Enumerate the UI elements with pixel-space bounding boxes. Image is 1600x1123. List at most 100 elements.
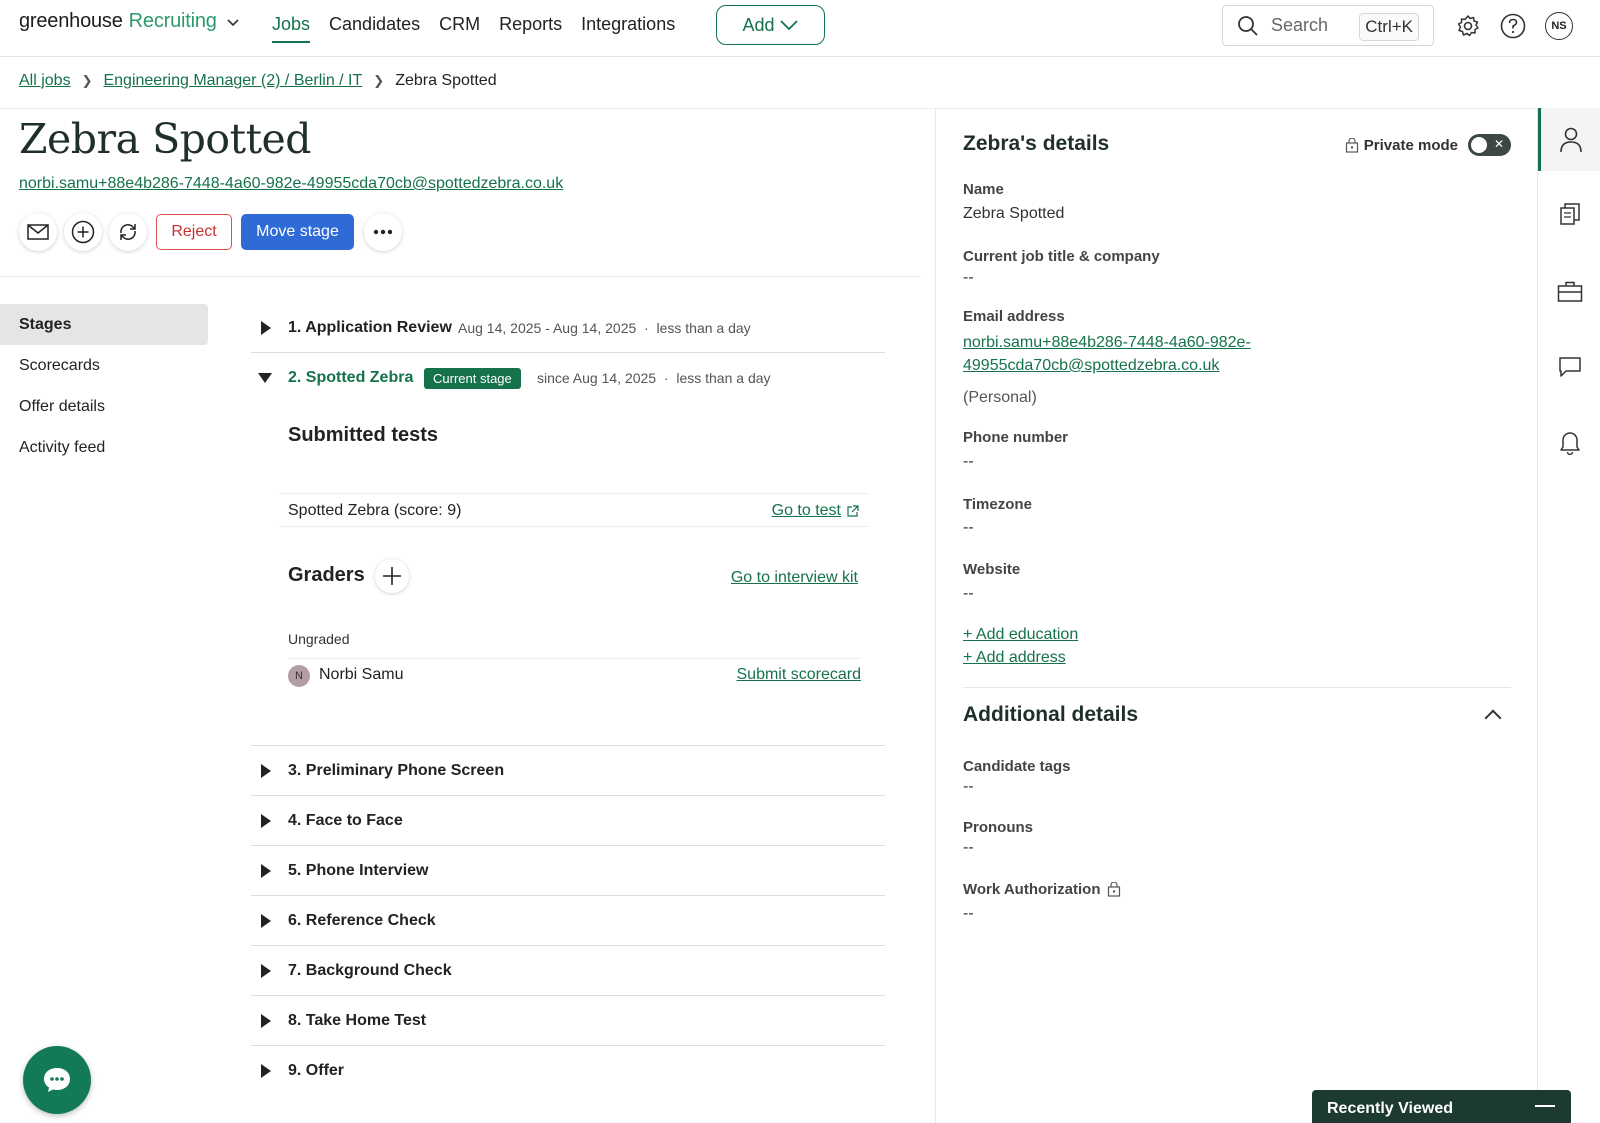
test-name: Spotted Zebra (score: 9) bbox=[288, 502, 462, 519]
search-input[interactable]: Search Ctrl+K bbox=[1222, 5, 1434, 46]
stage-row-take-home-test[interactable]: 8. Take Home Test bbox=[251, 996, 885, 1046]
breadcrumb-job[interactable]: Engineering Manager (2) / Berlin / IT bbox=[103, 72, 362, 90]
main-nav: Jobs Candidates CRM Reports Integrations bbox=[272, 14, 694, 43]
transfer-button[interactable] bbox=[109, 213, 147, 251]
toggle-knob bbox=[1471, 137, 1487, 153]
add-address-link[interactable]: + Add address bbox=[963, 649, 1066, 667]
stage-row-phone-interview[interactable]: 5. Phone Interview bbox=[251, 846, 885, 896]
rail-notifications[interactable] bbox=[1538, 410, 1600, 473]
grader-row: N Norbi Samu Submit scorecard bbox=[288, 658, 861, 694]
chevron-right-icon: ❯ bbox=[373, 73, 385, 88]
stage-duration: less than a day bbox=[656, 319, 751, 336]
chevron-down-icon bbox=[779, 20, 798, 31]
close-icon: ✕ bbox=[1493, 137, 1504, 151]
stage-row-spotted-zebra[interactable]: 2. Spotted Zebra Current stage since Aug… bbox=[251, 353, 885, 403]
briefcase-icon bbox=[1557, 281, 1582, 302]
candidate-email-link[interactable]: norbi.samu+88e4b286-7448-4a60-982e-49955… bbox=[19, 175, 563, 193]
nav-candidates[interactable]: Candidates bbox=[329, 14, 420, 43]
rail-person[interactable] bbox=[1538, 108, 1600, 171]
nav-integrations[interactable]: Integrations bbox=[581, 14, 675, 43]
bell-icon bbox=[1559, 431, 1580, 455]
chat-button[interactable] bbox=[23, 1046, 91, 1114]
stage-title: 2. Spotted Zebra bbox=[288, 369, 414, 386]
stage-row-reference-check[interactable]: 6. Reference Check bbox=[251, 896, 885, 946]
reject-button[interactable]: Reject bbox=[156, 214, 232, 250]
page-title: Zebra Spotted bbox=[19, 115, 312, 163]
subnav-stages[interactable]: Stages bbox=[0, 304, 208, 345]
stage-title: 7. Background Check bbox=[288, 961, 452, 979]
reject-button-label: Reject bbox=[171, 223, 217, 240]
go-to-interview-kit-link[interactable]: Go to interview kit bbox=[731, 569, 858, 587]
caret-right-icon bbox=[261, 320, 271, 335]
stage-title: 3. Preliminary Phone Screen bbox=[288, 761, 505, 779]
stage-since: since Aug 14, 2025 bbox=[537, 370, 657, 386]
nav-reports[interactable]: Reports bbox=[499, 14, 562, 43]
move-stage-button[interactable]: Move stage bbox=[241, 214, 354, 250]
rail-comments[interactable] bbox=[1538, 335, 1600, 398]
add-grader-button[interactable] bbox=[375, 559, 409, 593]
details-title: Zebra's details bbox=[963, 132, 1110, 155]
private-mode-label: Private mode bbox=[1363, 136, 1458, 154]
subnav-offer-details[interactable]: Offer details bbox=[0, 386, 208, 427]
rail-documents[interactable] bbox=[1538, 182, 1600, 245]
chat-icon bbox=[44, 1068, 70, 1092]
details-panel: Zebra's details Private mode ✕ Name Zebr… bbox=[935, 108, 1538, 1123]
work-authorization-label-wrap: Work Authorization bbox=[963, 881, 1121, 898]
plus-icon bbox=[383, 567, 401, 585]
submit-scorecard-link[interactable]: Submit scorecard bbox=[737, 666, 862, 684]
rail-jobs[interactable] bbox=[1538, 260, 1600, 323]
stage-row-face-to-face[interactable]: 4. Face to Face bbox=[251, 796, 885, 846]
go-to-test-link[interactable]: Go to test bbox=[772, 502, 859, 520]
private-mode-control: Private mode ✕ bbox=[1345, 134, 1511, 156]
stage-row-preliminary-phone-screen[interactable]: 3. Preliminary Phone Screen bbox=[251, 746, 885, 796]
chevron-up-icon[interactable] bbox=[1484, 709, 1502, 727]
nav-crm[interactable]: CRM bbox=[439, 14, 480, 43]
email-button[interactable] bbox=[19, 213, 57, 251]
grader-avatar: N bbox=[288, 665, 310, 687]
add-education-link[interactable]: + Add education bbox=[963, 626, 1078, 644]
divider bbox=[0, 276, 921, 277]
subnav-activity-feed[interactable]: Activity feed bbox=[0, 427, 208, 468]
user-avatar[interactable]: NS bbox=[1545, 12, 1573, 40]
add-button[interactable]: Add bbox=[716, 5, 825, 45]
email-link-line2[interactable]: 49955cda70cb@spottedzebra.co.uk bbox=[963, 357, 1219, 375]
pronouns-label: Pronouns bbox=[963, 819, 1033, 836]
stages-list: 1. Application Review Aug 14, 2025 - Aug… bbox=[251, 303, 885, 1096]
add-button-label: Add bbox=[742, 14, 775, 35]
job-title-value: -- bbox=[963, 269, 974, 286]
stage-row-application-review[interactable]: 1. Application Review Aug 14, 2025 - Aug… bbox=[251, 303, 885, 353]
subnav-scorecards[interactable]: Scorecards bbox=[0, 345, 208, 386]
caret-right-icon bbox=[261, 1013, 271, 1028]
gear-icon[interactable] bbox=[1455, 13, 1481, 39]
work-authorization-value: -- bbox=[963, 905, 974, 922]
timezone-label: Timezone bbox=[963, 496, 1032, 513]
search-icon bbox=[1238, 15, 1258, 36]
caret-right-icon bbox=[261, 863, 271, 878]
lock-icon bbox=[1107, 882, 1120, 897]
product-name: Recruiting bbox=[128, 10, 217, 32]
nav-jobs[interactable]: Jobs bbox=[272, 14, 311, 43]
breadcrumb-all-jobs[interactable]: All jobs bbox=[19, 72, 71, 90]
brand-name: greenhouse bbox=[19, 10, 123, 32]
help-icon[interactable] bbox=[1500, 13, 1526, 39]
work-authorization-label: Work Authorization bbox=[963, 881, 1101, 898]
stage-row-offer[interactable]: 9. Offer bbox=[251, 1046, 885, 1096]
minimize-icon[interactable] bbox=[1535, 1105, 1555, 1107]
refresh-icon bbox=[120, 224, 136, 240]
more-icon bbox=[373, 229, 393, 235]
add-button-circle[interactable] bbox=[64, 213, 102, 251]
phone-label: Phone number bbox=[963, 429, 1069, 446]
recently-viewed-bar[interactable]: Recently Viewed bbox=[1312, 1090, 1571, 1123]
email-link-line1[interactable]: norbi.samu+88e4b286-7448-4a60-982e- bbox=[963, 334, 1251, 352]
private-mode-toggle[interactable]: ✕ bbox=[1468, 134, 1511, 156]
more-options-button[interactable] bbox=[364, 213, 402, 251]
stage-title: 8. Take Home Test bbox=[288, 1011, 427, 1029]
chevron-down-icon bbox=[227, 18, 239, 26]
candidate-tags-value: -- bbox=[963, 778, 974, 795]
search-placeholder: Search bbox=[1271, 15, 1329, 35]
stage-title: 5. Phone Interview bbox=[288, 861, 429, 879]
additional-details-title: Additional details bbox=[963, 703, 1139, 726]
external-link-icon bbox=[847, 504, 859, 517]
stage-row-background-check[interactable]: 7. Background Check bbox=[251, 946, 885, 996]
app-logo[interactable]: greenhouse Recruiting bbox=[19, 10, 241, 33]
